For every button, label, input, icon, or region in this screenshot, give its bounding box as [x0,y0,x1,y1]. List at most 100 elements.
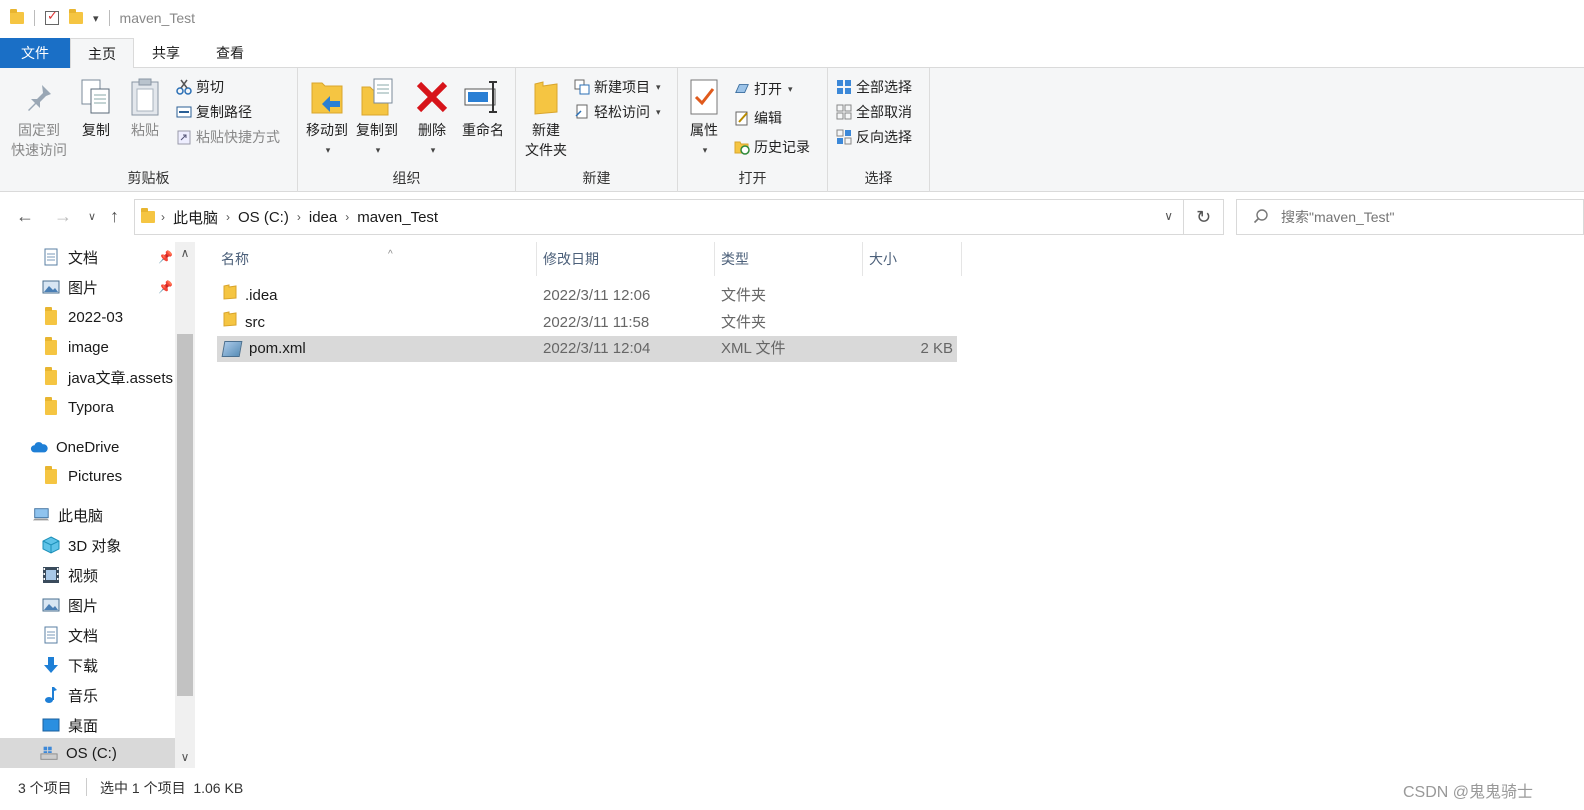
move-to-button[interactable]: 移动到 ▾ [302,74,352,160]
pin-to-quick-access-button[interactable]: 固定到 快速访问 [8,74,70,160]
breadcrumb-maven-test[interactable]: maven_Test [357,209,438,226]
tab-view[interactable]: 查看 [198,38,262,68]
nav-item-this-pc[interactable]: 此电脑 [0,500,175,530]
forward-arrow-icon[interactable]: → [54,206,72,227]
file-date: 2022/3/11 12:04 [543,340,651,357]
nav-item-documents-pinned[interactable]: 文档 📌 [0,242,175,272]
invert-selection-icon [836,129,852,145]
open-group-label: 打开 [738,170,767,186]
chevron-right-icon[interactable]: › [345,210,349,224]
table-row[interactable]: src 2022/3/11 11:58 文件夹 [217,310,957,336]
column-header-date[interactable]: 修改日期 [537,242,715,276]
edit-button[interactable]: 编辑 [734,107,782,129]
invert-selection-label: 反向选择 [856,129,912,145]
nav-item-onedrive-pictures[interactable]: Pictures [0,461,175,491]
select-none-button[interactable]: 全部取消 [836,101,912,123]
recent-locations-chevron-icon[interactable]: ∨ [88,210,96,223]
status-bar: 3 个项目 选中 1 个项目 1.06 KB CSDN @鬼鬼骑士 [0,768,1584,810]
nav-item-os-c[interactable]: OS (C:) [0,738,175,768]
nav-item-typora[interactable]: Typora [0,392,175,422]
xml-file-icon [221,341,243,357]
refresh-icon[interactable]: ↻ [1184,199,1224,235]
paste-shortcut-button[interactable]: 粘贴快捷方式 [176,126,280,148]
nav-item-image[interactable]: image [0,332,175,362]
open-button[interactable]: 打开 ▾ [734,78,793,100]
history-icon [734,139,750,155]
copy-button[interactable]: 复制 [74,74,118,140]
search-box[interactable] [1236,199,1584,235]
search-input[interactable] [1281,209,1561,225]
chevron-right-icon[interactable]: › [226,210,230,224]
folder-icon [42,336,60,356]
up-arrow-icon[interactable]: ↑ [110,206,119,227]
paste-button[interactable]: 粘贴 [122,74,168,140]
copy-path-button[interactable]: 复制路径 [176,101,252,123]
nav-item-downloads[interactable]: 下载 [0,650,175,680]
nav-item-music[interactable]: 音乐 [0,680,175,710]
rename-label: 重命名 [462,122,504,138]
column-header-size[interactable]: 大小 [863,242,962,276]
nav-item-videos[interactable]: 视频 [0,560,175,590]
nav-item-label: Typora [68,398,114,416]
nav-item-2022-03[interactable]: 2022-03 [0,302,175,332]
scroll-up-icon[interactable]: ∧ [175,246,195,260]
nav-item-java-assets[interactable]: java文章.assets [0,362,175,392]
back-arrow-icon[interactable]: ← [16,206,34,227]
pin-icon[interactable]: 📌 [158,280,173,294]
delete-button[interactable]: 删除 ▾ [412,74,452,160]
nav-scrollbar[interactable]: ∧ ∨ [175,242,195,768]
breadcrumb-this-pc[interactable]: 此电脑 [173,207,218,228]
divider [108,10,110,26]
column-header-name[interactable]: 名称 ^ [215,242,537,276]
nav-item-label: 图片 [68,279,99,297]
select-group: 全部选择 全部取消 反向选择 选择 [828,68,930,192]
nav-item-pictures[interactable]: 图片 [0,590,175,620]
table-row[interactable]: pom.xml 2022/3/11 12:04 XML 文件 2 KB [217,336,957,362]
tab-share[interactable]: 共享 [134,38,198,68]
new-item-button[interactable]: 新建项目 ▾ [574,76,661,98]
tab-file[interactable]: 文件 [0,38,70,68]
customize-toolbar-icon[interactable]: ▾ [93,12,99,25]
properties-icon[interactable] [45,8,59,25]
chevron-down-icon: ▾ [375,145,381,155]
nav-item-pictures-pinned[interactable]: 图片 📌 [0,272,175,302]
scroll-thumb[interactable] [177,334,193,696]
chevron-right-icon[interactable]: › [297,210,301,224]
table-row[interactable]: .idea 2022/3/11 12:06 文件夹 [217,283,957,309]
easy-access-button[interactable]: 轻松访问 ▾ [574,101,661,123]
folder-icon [42,366,60,386]
copy-icon [74,74,118,120]
film-icon [42,566,60,584]
documents-icon [42,248,60,266]
nav-item-label: image [68,338,109,356]
folder-icon [141,208,155,223]
address-dropdown-icon[interactable]: ∨ [1164,209,1173,223]
tab-home[interactable]: 主页 [70,38,134,69]
nav-item-onedrive[interactable]: OneDrive [0,432,175,462]
file-name-cell: pom.xml [221,336,306,362]
new-group: 新建 文件夹 新建项目 ▾ 轻松访问 ▾ 新建 [516,68,678,192]
invert-selection-button[interactable]: 反向选择 [836,126,912,148]
properties-button[interactable]: 属性 ▾ [684,74,724,160]
nav-item-documents[interactable]: 文档 [0,620,175,650]
scroll-down-icon[interactable]: ∨ [175,750,195,764]
new-folder-icon[interactable] [69,9,83,24]
pin-icon[interactable]: 📌 [158,250,173,264]
new-folder-button[interactable]: 新建 文件夹 [520,74,572,160]
history-button[interactable]: 历史记录 [734,136,810,158]
breadcrumb-idea[interactable]: idea [309,209,337,226]
address-bar[interactable]: › 此电脑 › OS (C:) › idea › maven_Test ∨ [134,199,1184,235]
select-all-button[interactable]: 全部选择 [836,76,912,98]
nav-item-desktop[interactable]: 桌面 [0,710,175,740]
breadcrumb-os-c[interactable]: OS (C:) [238,209,289,226]
quick-access-toolbar: ▾ maven_Test [10,8,195,26]
copy-to-button[interactable]: 复制到 ▾ [352,74,402,160]
chevron-right-icon[interactable]: › [161,210,165,224]
cut-button[interactable]: 剪切 [176,76,224,98]
paste-shortcut-label: 粘贴快捷方式 [196,129,280,145]
nav-item-label: java文章.assets [68,369,174,387]
rename-button[interactable]: 重命名 [456,74,510,140]
column-header-type[interactable]: 类型 [715,242,863,276]
select-none-label: 全部取消 [856,104,912,120]
nav-item-3d-objects[interactable]: 3D 对象 [0,530,175,560]
